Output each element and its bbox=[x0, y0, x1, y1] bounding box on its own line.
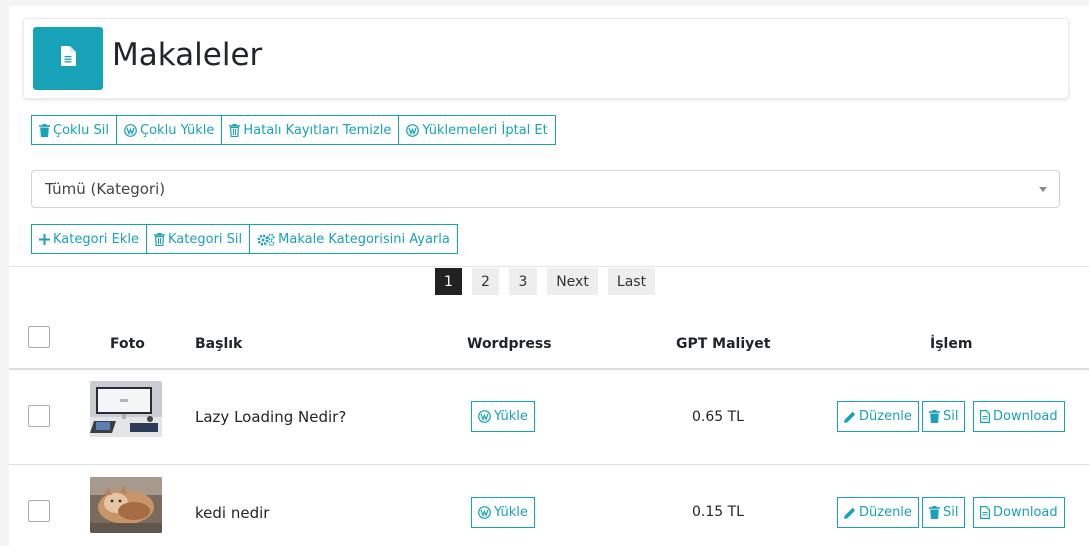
trash-outline-icon bbox=[154, 232, 166, 246]
row-checkbox[interactable] bbox=[28, 500, 50, 522]
edit-button[interactable]: Düzenle bbox=[837, 401, 919, 432]
article-thumbnail bbox=[90, 381, 162, 437]
column-header-title: Başlık bbox=[195, 336, 243, 352]
wordpress-icon bbox=[478, 410, 491, 423]
column-header-photo: Foto bbox=[110, 336, 145, 352]
select-all-checkbox[interactable] bbox=[28, 326, 50, 348]
category-actions-group: Kategori Ekle Kategori Sil Makale Katego… bbox=[31, 224, 458, 254]
section-divider bbox=[9, 266, 1089, 267]
trash-icon bbox=[39, 123, 50, 137]
column-header-cost: GPT Maliyet bbox=[676, 336, 771, 352]
gears-icon bbox=[257, 233, 275, 246]
delete-category-button[interactable]: Kategori Sil bbox=[146, 224, 251, 254]
row-divider bbox=[9, 464, 1089, 465]
download-button[interactable]: Download bbox=[973, 497, 1065, 528]
delete-button[interactable]: Sil bbox=[922, 497, 966, 528]
header-card: Makaleler bbox=[23, 18, 1069, 99]
page-title: Makaleler bbox=[112, 37, 263, 73]
edit-label: Düzenle bbox=[859, 409, 912, 424]
file-text-icon bbox=[980, 506, 990, 519]
page-3-button[interactable]: 3 bbox=[509, 268, 537, 295]
edit-label: Düzenle bbox=[859, 505, 912, 520]
cancel-uploads-label: Yüklemeleri İptal Et bbox=[422, 122, 548, 138]
cancel-uploads-button[interactable]: Yüklemeleri İptal Et bbox=[398, 115, 556, 145]
add-category-label: Kategori Ekle bbox=[53, 231, 140, 247]
wordpress-upload-button[interactable]: Yükle bbox=[471, 497, 535, 528]
page-container: Makaleler Çoklu Sil Çoklu Yükle Hatalı K… bbox=[9, 6, 1089, 546]
delete-label: Sil bbox=[943, 505, 959, 520]
clear-error-records-label: Hatalı Kayıtları Temizle bbox=[243, 122, 392, 138]
category-select-value: Tümü (Kategori) bbox=[45, 180, 166, 198]
article-title: kedi nedir bbox=[195, 504, 270, 522]
row-checkbox[interactable] bbox=[28, 405, 50, 427]
bulk-upload-button[interactable]: Çoklu Yükle bbox=[116, 115, 223, 145]
set-article-category-button[interactable]: Makale Kategorisini Ayarla bbox=[249, 224, 458, 254]
clear-error-records-button[interactable]: Hatalı Kayıtları Temizle bbox=[221, 115, 400, 145]
wordpress-icon bbox=[478, 506, 491, 519]
wordpress-icon bbox=[406, 123, 420, 137]
bulk-upload-label: Çoklu Yükle bbox=[140, 122, 215, 138]
column-header-wordpress: Wordpress bbox=[467, 336, 552, 352]
delete-button[interactable]: Sil bbox=[922, 401, 966, 432]
column-header-action: İşlem bbox=[930, 336, 973, 352]
pencil-icon bbox=[844, 411, 856, 423]
table-header-border bbox=[9, 368, 1089, 370]
wordpress-upload-button[interactable]: Yükle bbox=[471, 401, 535, 432]
gpt-cost: 0.65 TL bbox=[692, 409, 744, 425]
pagination: 1 2 3 Next Last bbox=[435, 268, 665, 295]
page-1-button[interactable]: 1 bbox=[435, 268, 462, 295]
article-thumbnail bbox=[90, 477, 162, 533]
bulk-delete-label: Çoklu Sil bbox=[53, 122, 110, 138]
wordpress-icon bbox=[124, 123, 137, 137]
plus-icon bbox=[39, 233, 50, 245]
wordpress-upload-label: Yükle bbox=[494, 409, 528, 424]
header-icon-box bbox=[33, 27, 103, 90]
page-2-button[interactable]: 2 bbox=[472, 268, 499, 295]
edit-button[interactable]: Düzenle bbox=[837, 497, 919, 528]
caret-down-icon bbox=[1039, 187, 1047, 192]
trash-icon bbox=[929, 410, 940, 423]
bulk-delete-button[interactable]: Çoklu Sil bbox=[31, 115, 118, 145]
set-article-category-label: Makale Kategorisini Ayarla bbox=[278, 231, 450, 247]
bulk-actions-group: Çoklu Sil Çoklu Yükle Hatalı Kayıtları T… bbox=[31, 115, 556, 145]
download-button[interactable]: Download bbox=[973, 401, 1065, 432]
file-text-icon bbox=[980, 410, 990, 423]
article-title: Lazy Loading Nedir? bbox=[195, 408, 347, 426]
trash-outline-icon bbox=[229, 123, 241, 137]
download-label: Download bbox=[993, 505, 1058, 520]
add-category-button[interactable]: Kategori Ekle bbox=[31, 224, 148, 254]
delete-category-label: Kategori Sil bbox=[168, 231, 243, 247]
next-page-button[interactable]: Next bbox=[547, 268, 598, 295]
last-page-button[interactable]: Last bbox=[608, 268, 655, 295]
wordpress-upload-label: Yükle bbox=[494, 505, 528, 520]
category-select[interactable]: Tümü (Kategori) bbox=[31, 170, 1060, 208]
delete-label: Sil bbox=[943, 409, 959, 424]
document-icon bbox=[60, 46, 76, 71]
gpt-cost: 0.15 TL bbox=[692, 504, 744, 520]
trash-icon bbox=[929, 506, 940, 519]
download-label: Download bbox=[993, 409, 1058, 424]
pencil-icon bbox=[844, 507, 856, 519]
